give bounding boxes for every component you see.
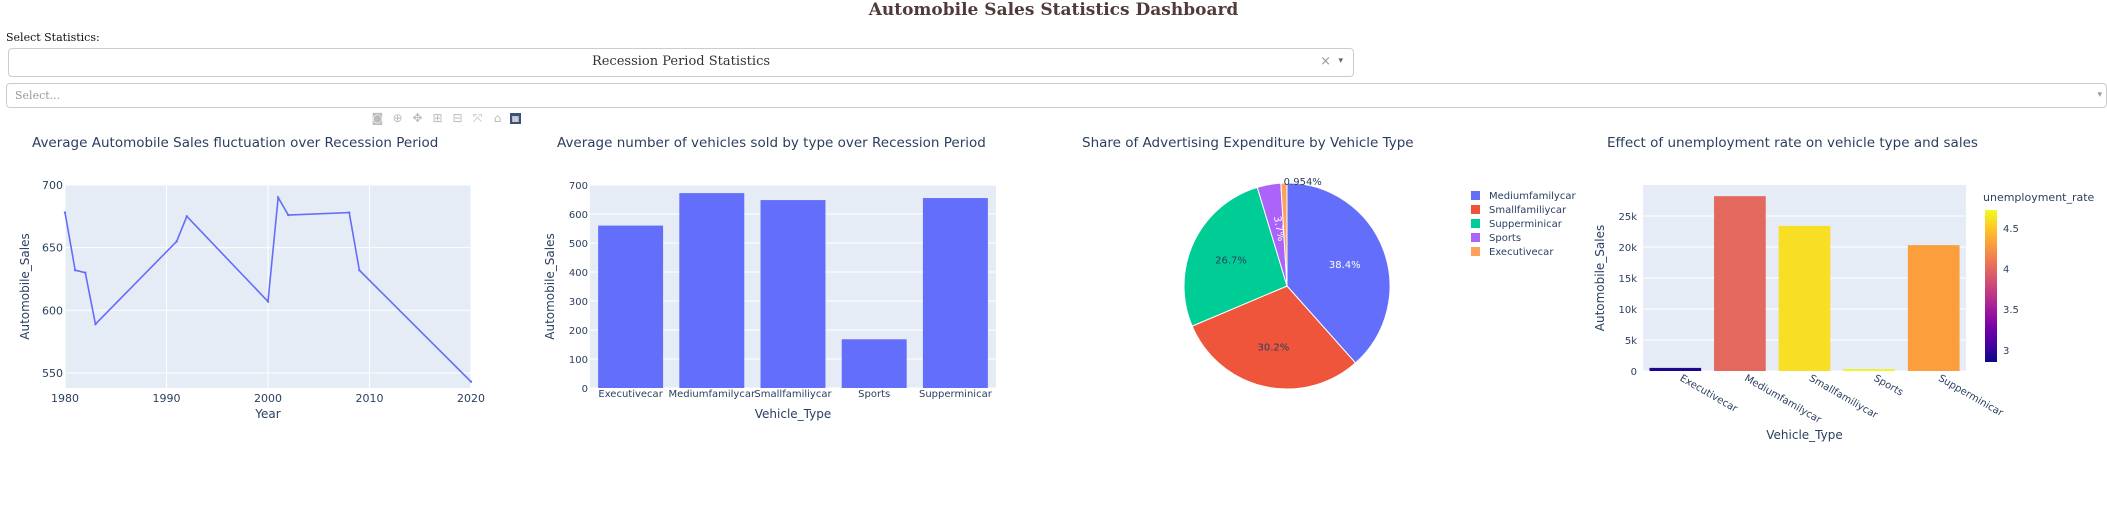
chart4-bar (1907, 245, 1960, 371)
chart1-y-tick-label: 550 (42, 367, 63, 380)
chart4-colorbar-title: unemployment_rate (1983, 191, 2095, 204)
chart3-legend-swatch (1471, 233, 1480, 242)
chart1-x-tick-label: 1980 (51, 392, 79, 405)
chart4-x-tick-label: Sports (1872, 373, 1905, 399)
chart3-legend-label: Smallfamiliycar (1489, 205, 1567, 216)
chart1-data-point (185, 215, 188, 218)
chart1-y-axis-label: Automobile_Sales (18, 233, 32, 340)
chart3-legend-label: Supperminicar (1489, 219, 1563, 230)
chart4-x-tick-label: Supperminicar (1936, 373, 2005, 419)
chart4-colorbar-tick-label: 4 (2003, 265, 2009, 276)
chart2-x-axis-label: Vehicle_Type (755, 407, 831, 421)
chart2-bar (922, 198, 988, 388)
chart3-legend-label: Sports (1489, 233, 1521, 244)
chart1-x-tick-label: 2010 (356, 392, 384, 405)
chart2-y-tick-label: 100 (569, 355, 588, 366)
chart4-y-tick-label: 25k (1618, 212, 1637, 223)
chart1-data-point (63, 211, 67, 214)
chart3-legend-swatch (1471, 191, 1480, 200)
chart1-data-point (276, 196, 280, 199)
chart1-y-tick-label: 650 (42, 242, 63, 255)
chart2-x-tick-label: Sports (858, 389, 890, 400)
chart1-x-tick-label: 2020 (457, 392, 485, 405)
chart4-colorbar-tick-label: 4.5 (2003, 224, 2019, 235)
chart4-y-tick-label: 15k (1618, 274, 1637, 285)
chart2-bar (760, 200, 826, 388)
chart2-y-tick-label: 500 (569, 239, 588, 250)
chart4-y-tick-label: 20k (1618, 243, 1637, 254)
chart1-data-point (469, 380, 473, 383)
chart4-x-tick-label: Executivecar (1678, 373, 1740, 415)
chart4-bar (1714, 196, 1766, 371)
chart1-data-point (348, 211, 351, 214)
chart3-slice-label: 30.2% (1258, 342, 1290, 353)
chart2-bar (679, 193, 745, 388)
chart3-legend-label: Mediumfamilycar (1489, 191, 1576, 202)
chart2-y-tick-label: 300 (569, 297, 588, 308)
chart2-y-axis-label: Automobile_Sales (543, 233, 557, 340)
chart2-x-tick-label: Mediumfamilycar (669, 389, 756, 400)
chart4-y-tick-label: 10k (1618, 305, 1637, 316)
chart3-slice-label: 38.4% (1329, 260, 1361, 271)
chart2-bar (841, 339, 907, 388)
chart4-colorbar-tick-label: 3.5 (2003, 305, 2019, 316)
chart1-data-point (287, 213, 290, 217)
chart4-colorbar (1985, 210, 1997, 362)
chart2-y-tick-label: 700 (569, 181, 588, 192)
chart4-y-tick-label: 0 (1631, 367, 1637, 378)
chart4-bar (1843, 369, 1895, 371)
chart4-bar (1649, 367, 1702, 371)
chart2-y-tick-label: 200 (569, 326, 588, 337)
chart1-data-point (266, 300, 270, 303)
chart4-bar (1778, 225, 1831, 371)
chart1-data-point (94, 322, 97, 326)
chart3-slice-label: 0.954% (1284, 177, 1322, 188)
chart3-legend-swatch (1471, 247, 1480, 256)
chart1-data-point (73, 269, 77, 272)
chart2-x-tick-label: Supperminicar (919, 389, 993, 400)
chart2-x-tick-label: Executivecar (598, 389, 663, 400)
chart1-y-tick-label: 600 (42, 304, 63, 317)
chart4-x-axis-label: Vehicle_Type (1766, 428, 1842, 442)
chart1-data-point (84, 271, 87, 274)
chart2-y-tick-label: 400 (569, 268, 588, 279)
chart1-data-point (175, 240, 178, 243)
chart3-legend-swatch (1471, 219, 1480, 228)
chart2-y-tick-label: 600 (569, 210, 588, 221)
chart3-legend-label: Executivecar (1489, 247, 1554, 258)
chart4-y-tick-label: 5k (1625, 336, 1637, 347)
chart3-legend-swatch (1471, 205, 1480, 214)
chart4-y-axis-label: Automobile_Sales (1593, 225, 1607, 332)
chart1-x-tick-label: 1990 (153, 392, 181, 405)
chart4-colorbar-tick-label: 3 (2003, 346, 2009, 357)
chart1-x-axis-label: Year (254, 407, 280, 421)
chart2-bar (598, 225, 664, 388)
chart2-y-tick-label: 0 (582, 384, 588, 395)
chart1-x-tick-label: 2000 (254, 392, 282, 405)
charts-canvas[interactable]: 1980 1990 2000 2010 2020550600650700YearAuto… (0, 0, 2107, 526)
chart1-data-point (358, 269, 361, 272)
chart2-x-tick-label: Smallfamiliycar (754, 389, 832, 400)
chart1-y-tick-label: 700 (42, 179, 63, 192)
chart3-slice-label: 26.7% (1215, 256, 1247, 267)
